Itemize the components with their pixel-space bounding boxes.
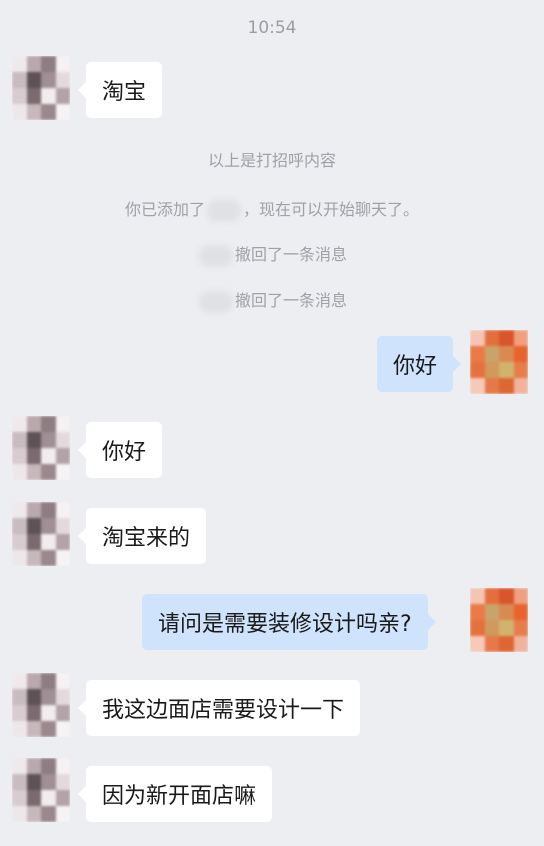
contact-avatar[interactable] bbox=[12, 758, 70, 822]
avatar-mosaic bbox=[12, 56, 70, 120]
avatar-mosaic bbox=[12, 673, 70, 737]
message-bubble-outgoing[interactable]: 请问是需要装修设计吗亲? bbox=[142, 594, 436, 650]
message-text: 淘宝 bbox=[102, 80, 147, 105]
redacted-name bbox=[198, 244, 233, 267]
message-text: 请问是需要装修设计吗亲? bbox=[158, 612, 412, 637]
system-notice-prefix: 你已添加了 bbox=[124, 200, 205, 219]
self-avatar[interactable] bbox=[470, 588, 528, 652]
message-bubble-outgoing[interactable]: 你好 bbox=[377, 336, 462, 392]
avatar-mosaic bbox=[470, 330, 528, 394]
message-text: 你好 bbox=[102, 440, 147, 465]
redacted-name bbox=[207, 199, 241, 222]
message-text: 因为新开面店嘛 bbox=[102, 784, 257, 809]
message-text: 淘宝来的 bbox=[102, 526, 191, 551]
system-notice-recall-1: 撤回了一条消息 bbox=[0, 241, 544, 267]
system-notice-recall-2: 撤回了一条消息 bbox=[0, 287, 544, 313]
system-notice-added: 你已添加了 ，现在可以开始聊天了。 bbox=[0, 196, 544, 222]
contact-avatar[interactable] bbox=[12, 416, 70, 480]
contact-avatar[interactable] bbox=[12, 502, 70, 566]
system-notice-suffix: ，现在可以开始聊天了。 bbox=[243, 200, 420, 219]
system-notice-greeting: 以上是打招呼内容 bbox=[207, 151, 336, 170]
message-text: 你好 bbox=[393, 354, 438, 379]
redacted-name bbox=[198, 290, 233, 313]
recall-text: 撤回了一条消息 bbox=[234, 245, 347, 264]
self-avatar[interactable] bbox=[470, 330, 528, 394]
avatar-mosaic bbox=[12, 502, 70, 566]
contact-avatar[interactable] bbox=[12, 56, 70, 120]
contact-avatar[interactable] bbox=[12, 673, 70, 737]
message-bubble-incoming[interactable]: 因为新开面店嘛 bbox=[77, 766, 273, 822]
avatar-mosaic bbox=[12, 416, 70, 480]
avatar-mosaic bbox=[12, 758, 70, 822]
message-text: 我这边面店需要设计一下 bbox=[102, 698, 345, 723]
recall-text: 撤回了一条消息 bbox=[234, 291, 347, 310]
timestamp: 10:54 bbox=[247, 18, 297, 38]
message-bubble-incoming[interactable]: 我这边面店需要设计一下 bbox=[77, 680, 361, 736]
message-bubble-incoming[interactable]: 淘宝来的 bbox=[77, 508, 207, 564]
avatar-mosaic bbox=[470, 588, 528, 652]
message-bubble-incoming[interactable]: 你好 bbox=[77, 422, 163, 478]
message-bubble-incoming[interactable]: 淘宝 bbox=[77, 62, 163, 118]
